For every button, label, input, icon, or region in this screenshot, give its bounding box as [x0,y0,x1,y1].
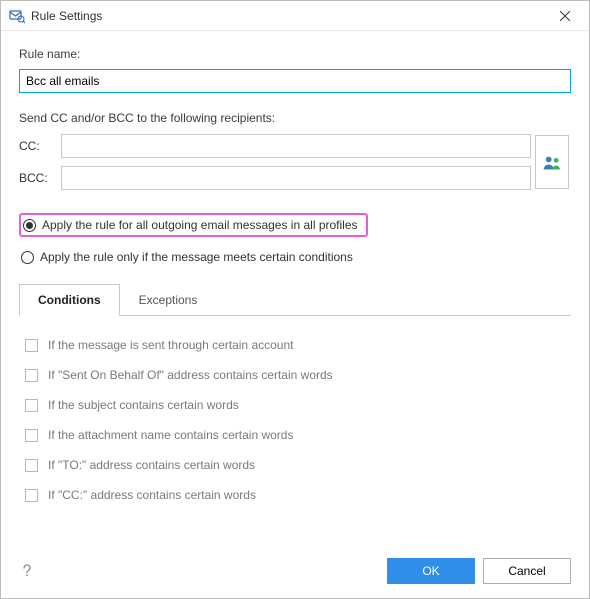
condition-subject[interactable]: If the subject contains certain words [19,390,571,420]
checkbox-icon [25,489,38,502]
condition-label: If the subject contains certain words [48,398,239,412]
bcc-label: BCC: [19,171,57,185]
dialog-footer: OK Cancel [1,546,589,598]
cc-label: CC: [19,139,57,153]
recipients-grid: CC: BCC: [19,133,571,191]
scope-option-conditions[interactable]: Apply the rule only if the message meets… [19,245,355,269]
condition-to-address[interactable]: If "TO:" address contains certain words [19,450,571,480]
checkbox-icon [25,429,38,442]
help-icon[interactable] [19,562,35,581]
checkbox-icon [25,399,38,412]
window-title: Rule Settings [31,9,545,23]
titlebar: Rule Settings [1,1,589,31]
tab-conditions[interactable]: Conditions [19,284,120,316]
scope-option-all[interactable]: Apply the rule for all outgoing email me… [19,213,368,237]
condition-account[interactable]: If the message is sent through certain a… [19,330,571,360]
checkbox-icon [25,339,38,352]
cancel-button[interactable]: Cancel [483,558,571,584]
dialog-content: Rule name: Send CC and/or BCC to the fol… [1,31,589,546]
condition-attachment[interactable]: If the attachment name contains certain … [19,420,571,450]
scope-option-conditions-label: Apply the rule only if the message meets… [40,250,353,264]
cc-input[interactable] [61,134,531,158]
tab-exceptions[interactable]: Exceptions [120,284,217,316]
condition-label: If the attachment name contains certain … [48,428,293,442]
ok-button[interactable]: OK [387,558,475,584]
condition-sent-on-behalf[interactable]: If "Sent On Behalf Of" address contains … [19,360,571,390]
condition-label: If "Sent On Behalf Of" address contains … [48,368,333,382]
close-button[interactable] [545,2,585,30]
rule-settings-dialog: Rule Settings Rule name: Send CC and/or … [0,0,590,599]
tabs: Conditions Exceptions [19,283,571,316]
rule-name-label: Rule name: [19,47,571,61]
conditions-list: If the message is sent through certain a… [19,324,571,510]
app-icon [9,8,25,24]
checkbox-icon [25,459,38,472]
rule-name-input[interactable] [19,69,571,93]
bcc-input[interactable] [61,166,531,190]
checkbox-icon [25,369,38,382]
condition-cc-address[interactable]: If "CC:" address contains certain words [19,480,571,510]
recipients-heading: Send CC and/or BCC to the following reci… [19,111,571,125]
address-book-button[interactable] [535,135,569,189]
condition-label: If the message is sent through certain a… [48,338,293,352]
radio-icon [21,251,34,264]
radio-icon [23,219,36,232]
scope-option-all-label: Apply the rule for all outgoing email me… [42,218,358,232]
condition-label: If "TO:" address contains certain words [48,458,255,472]
people-icon [542,152,562,172]
condition-label: If "CC:" address contains certain words [48,488,256,502]
